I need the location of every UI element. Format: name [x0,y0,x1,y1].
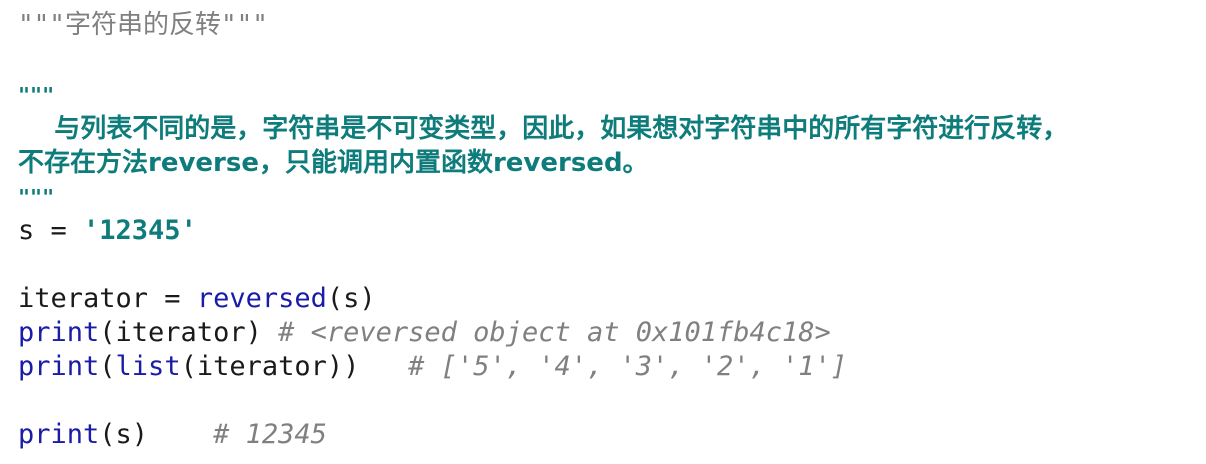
print-open-paren: ( [99,351,116,382]
docstring-open-quote: """ [18,83,55,107]
docstring-close: """ [18,180,54,214]
code-line-assign: s = '12345' [18,214,197,248]
print-args: (iterator) [99,317,262,348]
reversed-builtin: reversed [196,283,327,314]
docstring-open-quote: """ [18,10,65,40]
inline-comment: # <reversed object at 0x101fb4c18> [278,317,831,348]
code-line-print-s: print(s) # 12345 [18,418,327,452]
code-line-print-list: print(list(iterator)) # ['5', '4', '3', … [18,350,847,384]
inline-comment: # ['5', '4', '3', '2', '1'] [408,351,848,382]
docstring-line-2: 不存在方法reverse，只能调用内置函数reversed。 [18,148,649,178]
docstring-title-line: """字符串的反转""" [18,8,268,42]
assign-lhs: s = [18,215,84,246]
reversed-args: (s) [326,283,376,314]
print-builtin: print [18,351,100,382]
code-line-iterator: iterator = reversed(s) [18,282,376,316]
docstring-open: """ [18,78,54,112]
print-builtin: print [18,317,100,348]
list-args: (iterator)) [180,351,360,382]
code-line-print-iterator: print(iterator) # <reversed object at 0x… [18,316,831,350]
string-literal: '12345' [83,215,197,246]
docstring-close-quote: """ [220,10,268,40]
docstring-line-1: 与列表不同的是，字符串是不可变类型，因此，如果想对字符串中的所有字符进行反转， [18,114,1069,144]
code-editor: """字符串的反转""" """ 与列表不同的是，字符串是不可变类型，因此，如果… [0,0,1206,464]
inline-comment: # 12345 [213,419,327,450]
print-builtin: print [18,419,100,450]
docstring-close-quote: """ [18,185,55,209]
docstring-title-text: 字符串的反转 [64,10,221,40]
list-builtin: list [115,351,181,382]
print-args: (s) [99,419,149,450]
iterator-lhs: iterator = [18,283,197,314]
